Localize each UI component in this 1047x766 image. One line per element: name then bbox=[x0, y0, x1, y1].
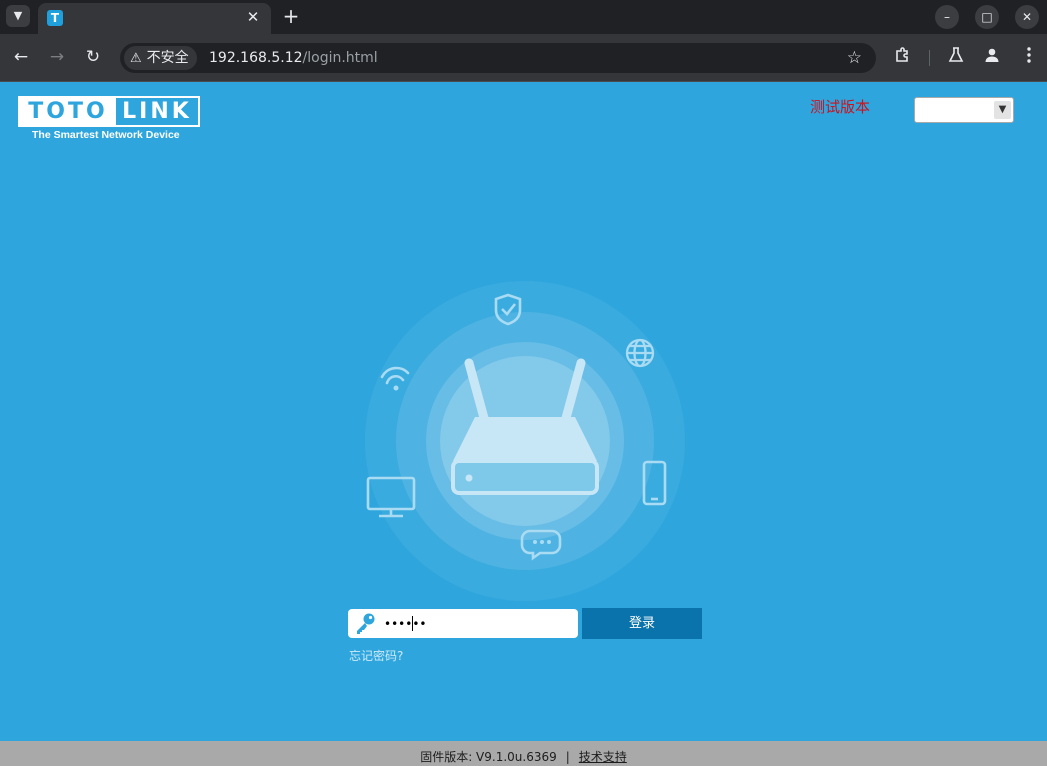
test-version-label: 测试版本 bbox=[810, 98, 871, 116]
browser-menu-icon[interactable] bbox=[1018, 46, 1040, 68]
logo-frame: TOTO LINK bbox=[18, 96, 200, 127]
key-icon bbox=[357, 613, 375, 634]
site-security-chip[interactable]: ⚠ 不安全 bbox=[124, 46, 197, 70]
firmware-version: 固件版本: V9.1.0u.6369 bbox=[420, 750, 557, 764]
bookmark-star-icon[interactable]: ☆ bbox=[847, 47, 862, 69]
router-illustration bbox=[365, 281, 685, 601]
labs-flask-icon[interactable] bbox=[945, 46, 967, 68]
toolbar-divider bbox=[929, 50, 930, 66]
totolink-logo: TOTO LINK The Smartest Network Device bbox=[18, 96, 200, 144]
login-button[interactable]: 登录 bbox=[582, 608, 702, 639]
logo-text-link: LINK bbox=[122, 99, 192, 124]
minimize-window-icon[interactable]: – bbox=[935, 5, 959, 29]
maximize-window-icon[interactable]: □ bbox=[975, 5, 999, 29]
forward-arrow-icon[interactable]: → bbox=[46, 46, 68, 68]
logo-tagline: The Smartest Network Device bbox=[32, 129, 180, 141]
browser-toolbar: ← → ↻ ⚠ 不安全 192.168.5.12/login.html ☆ bbox=[0, 34, 1047, 82]
tab-search-button[interactable]: ▼ bbox=[6, 5, 30, 27]
profile-avatar-icon[interactable] bbox=[981, 46, 1003, 68]
tab-favicon-icon: T bbox=[47, 10, 63, 26]
tech-support-link[interactable]: 技术支持 bbox=[579, 750, 627, 764]
security-label: 不安全 bbox=[146, 50, 189, 66]
warning-triangle-icon: ⚠ bbox=[130, 51, 142, 66]
extensions-puzzle-icon[interactable] bbox=[892, 46, 914, 68]
back-arrow-icon[interactable]: ← bbox=[10, 46, 32, 68]
chevron-down-icon: ▼ bbox=[994, 101, 1011, 119]
url-text[interactable]: 192.168.5.12/login.html bbox=[209, 49, 378, 67]
forgot-password-link[interactable]: 忘记密码? bbox=[349, 647, 403, 664]
new-tab-button[interactable]: + bbox=[281, 5, 301, 27]
password-field[interactable] bbox=[348, 609, 578, 638]
url-path: /login.html bbox=[302, 50, 378, 66]
close-window-icon[interactable]: ✕ bbox=[1015, 5, 1039, 29]
address-bar[interactable]: ⚠ 不安全 192.168.5.12/login.html ☆ bbox=[120, 43, 876, 73]
logo-text-toto: TOTO bbox=[20, 98, 116, 125]
tab-close-icon[interactable]: ✕ bbox=[244, 8, 262, 26]
language-select[interactable]: ▼ bbox=[914, 97, 1014, 123]
url-host: 192.168.5.12 bbox=[209, 50, 303, 66]
browser-tab[interactable]: T ✕ bbox=[38, 3, 271, 34]
footer-separator: | bbox=[565, 750, 570, 764]
text-caret bbox=[412, 616, 413, 631]
reload-icon[interactable]: ↻ bbox=[82, 46, 104, 68]
browser-tab-strip: ▼ T ✕ + – □ ✕ bbox=[0, 0, 1047, 34]
footer-bar: 固件版本: V9.1.0u.6369 | 技术支持 bbox=[0, 741, 1047, 766]
